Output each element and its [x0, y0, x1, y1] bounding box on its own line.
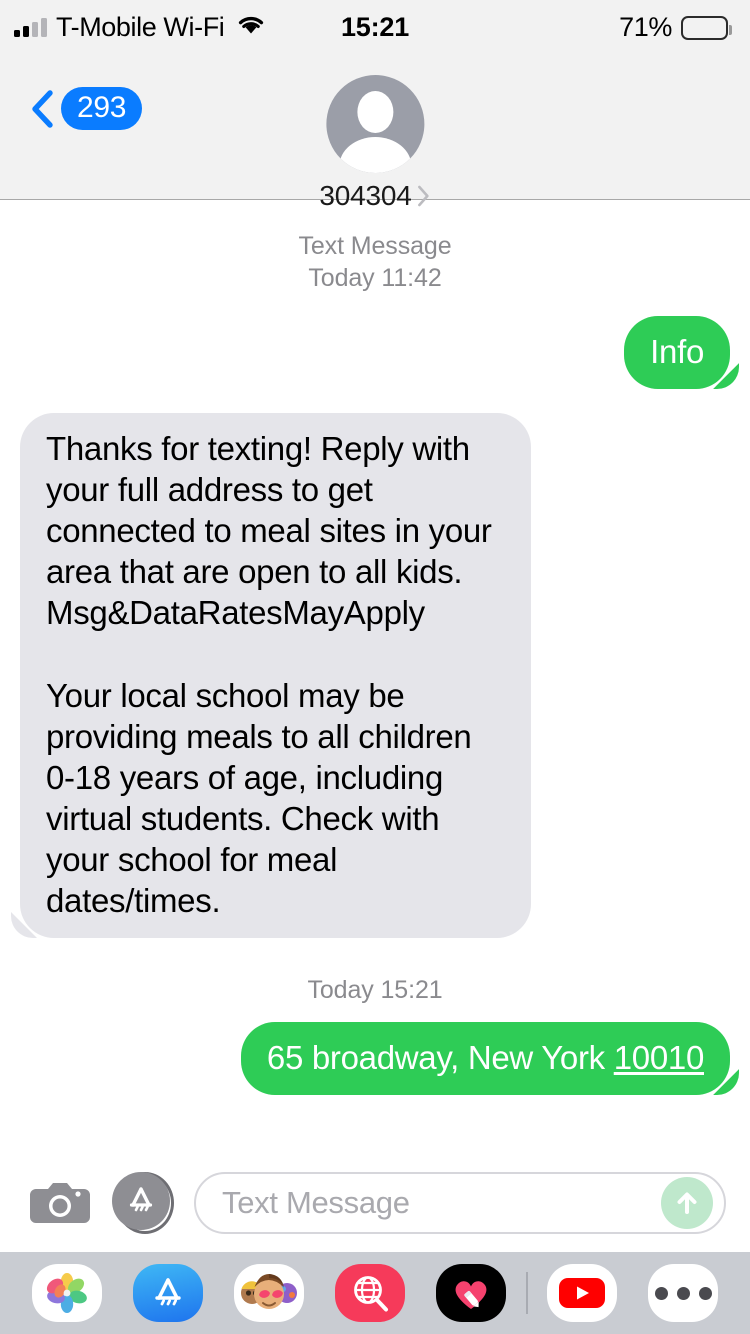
- more-apps-icon: [648, 1264, 719, 1322]
- contact-name-row: 304304: [319, 180, 430, 212]
- app-slot-photos[interactable]: [16, 1264, 117, 1322]
- photos-app-icon: [31, 1264, 102, 1322]
- zip-code-link[interactable]: 10010: [614, 1039, 705, 1076]
- status-bar-right: 71%: [619, 12, 732, 43]
- cellular-signal-icon: [14, 18, 47, 37]
- chevron-left-icon: [30, 89, 54, 128]
- message-list[interactable]: Text Message Today 11:42 Info Thanks for…: [0, 200, 750, 1158]
- person-avatar-icon: [325, 75, 424, 173]
- conversation-header: 293 304304: [0, 55, 750, 211]
- message-bubble-outgoing-address[interactable]: 65 broadway, New York 10010: [240, 1022, 730, 1096]
- youtube-app-icon: [547, 1264, 618, 1322]
- message-input-placeholder: Text Message: [222, 1185, 410, 1220]
- message-row: Info: [0, 316, 750, 390]
- contact-name-label: 304304: [319, 180, 412, 211]
- imessage-app-drawer: [0, 1252, 750, 1334]
- images-search-app-icon: [334, 1264, 405, 1322]
- messages-screen: T-Mobile Wi-Fi 15:21 71% 293 304304 Text…: [0, 0, 750, 1334]
- address-text: 65 broadway, New York: [266, 1039, 614, 1077]
- message-bubble-outgoing[interactable]: Info: [624, 316, 730, 390]
- timestamp-divider-2: Today 15:21: [0, 974, 750, 1006]
- back-button[interactable]: 293: [30, 87, 143, 130]
- memoji-stickers-app-icon: [233, 1264, 304, 1322]
- timestamp-label: Today 11:42: [308, 264, 442, 292]
- digital-touch-app-icon: [436, 1264, 507, 1322]
- app-slot-more[interactable]: [633, 1264, 734, 1322]
- chevron-right-icon: [418, 185, 431, 207]
- app-slot-app-store[interactable]: [117, 1264, 218, 1322]
- timestamp-divider-1: Text Message Today 11:42: [0, 230, 750, 294]
- message-row: 65 broadway, New York 10010: [0, 1022, 750, 1096]
- timestamp-label: Today 15:21: [307, 976, 443, 1005]
- message-input-bar: Text Message: [0, 1158, 750, 1252]
- contact-info-button[interactable]: 304304: [319, 75, 430, 212]
- message-bubble-incoming[interactable]: Thanks for texting! Reply with your full…: [20, 413, 532, 939]
- app-store-icon[interactable]: [112, 1172, 174, 1234]
- message-text-field[interactable]: Text Message: [194, 1172, 726, 1234]
- message-row: Thanks for texting! Reply with your full…: [0, 413, 750, 939]
- battery-icon: [681, 15, 732, 40]
- carrier-label: T-Mobile Wi-Fi: [56, 12, 225, 42]
- app-slot-memoji[interactable]: [218, 1264, 319, 1322]
- status-bar: T-Mobile Wi-Fi 15:21 71%: [0, 0, 750, 55]
- clock-label: 15:21: [340, 12, 410, 42]
- wifi-icon: [235, 13, 267, 42]
- send-arrow-up-icon: [677, 1192, 697, 1214]
- app-drawer-divider: [525, 1272, 528, 1314]
- app-slot-digital-touch[interactable]: [421, 1264, 522, 1322]
- service-label: Text Message: [298, 232, 452, 260]
- unread-count-badge[interactable]: 293: [61, 87, 143, 130]
- conversation-spacer: [0, 1101, 750, 1158]
- app-slot-youtube[interactable]: [532, 1264, 633, 1322]
- camera-icon[interactable]: [28, 1177, 92, 1229]
- app-store-app-icon: [132, 1264, 203, 1322]
- status-bar-left: T-Mobile Wi-Fi: [14, 12, 267, 43]
- app-slot-images[interactable]: [319, 1264, 420, 1322]
- battery-percent-label: 71%: [619, 12, 672, 42]
- send-button[interactable]: [661, 1177, 713, 1229]
